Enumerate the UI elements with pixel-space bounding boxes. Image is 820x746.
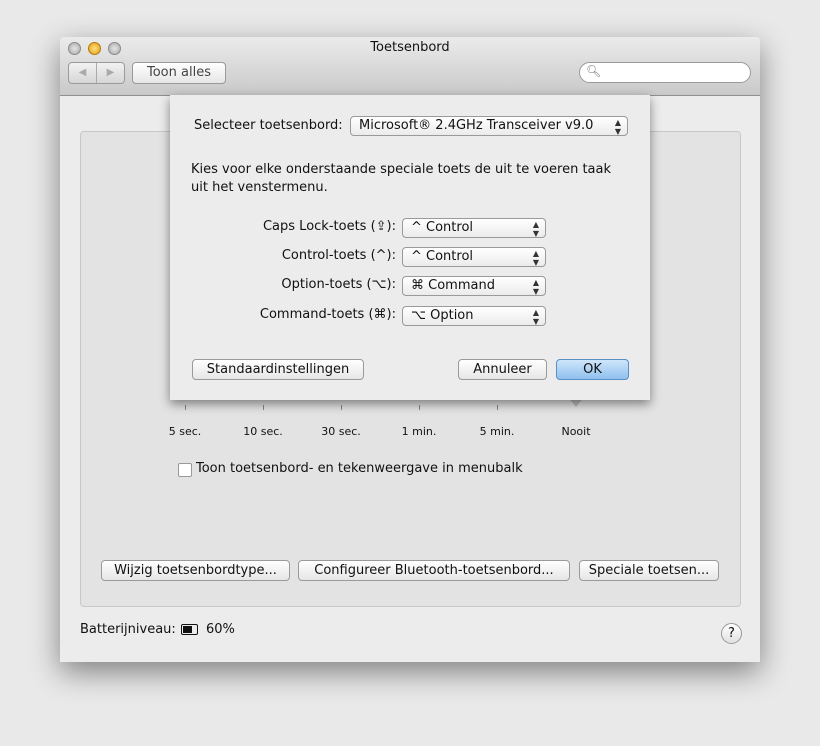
chevron-updown-icon: ▲ ▼ <box>532 308 539 326</box>
back-forward-control[interactable]: ◀ ▶ <box>68 62 125 84</box>
instructions: Kies voor elke onderstaande speciale toe… <box>191 162 611 195</box>
forward-icon[interactable]: ▶ <box>97 63 124 83</box>
back-icon[interactable]: ◀ <box>69 63 97 83</box>
control-select[interactable]: ^ Control ▲ ▼ <box>402 247 546 267</box>
configure-bluetooth-button[interactable]: Configureer Bluetooth-toetsenbord... <box>298 560 570 581</box>
chevron-updown-icon: ▲ ▼ <box>532 278 539 296</box>
command-label: Command-toets (⌘): <box>259 307 396 322</box>
search-input[interactable]: 🔍︎ <box>579 62 751 83</box>
slider-label: 5 sec. <box>168 425 202 438</box>
battery-value: 60% <box>206 622 235 637</box>
window-title: Toetsenbord <box>370 40 450 55</box>
chevron-updown-icon: ▲ ▼ <box>532 220 539 238</box>
special-keys-button[interactable]: Speciale toetsen... <box>579 560 719 581</box>
battery-label: Batterijniveau: <box>80 622 176 637</box>
slider-label: 30 sec. <box>321 425 361 438</box>
search-icon: 🔍︎ <box>586 64 602 78</box>
chevron-updown-icon: ▲ ▼ <box>614 118 621 136</box>
caps-lock-label: Caps Lock-toets (⇪): <box>262 219 396 234</box>
titlebar: Toetsenbord ◀ ▶ Toon alles 🔍︎ <box>60 37 760 96</box>
menubar-checkbox-label: Toon toetsenbord- en tekenweergave in me… <box>196 461 523 476</box>
select-keyboard-label: Selecteer toetsenbord: <box>194 118 343 133</box>
chevron-updown-icon: ▲ ▼ <box>532 249 539 267</box>
slider-label: 5 min. <box>479 425 515 438</box>
change-keyboard-type-button[interactable]: Wijzig toetsenbordtype... <box>101 560 290 581</box>
help-button[interactable]: ? <box>721 623 742 644</box>
cancel-button[interactable]: Annuleer <box>458 359 547 380</box>
keyboard-select[interactable]: Microsoft® 2.4GHz Transceiver v9.0 ▲ ▼ <box>350 116 628 136</box>
defaults-button[interactable]: Standaardinstellingen <box>192 359 364 380</box>
command-select[interactable]: ⌥ Option ▲ ▼ <box>402 306 546 326</box>
menubar-checkbox[interactable] <box>178 463 192 477</box>
modifier-keys-sheet: Selecteer toetsenbord: Microsoft® 2.4GHz… <box>170 95 650 400</box>
slider-label: 1 min. <box>401 425 437 438</box>
ok-button[interactable]: OK <box>556 359 629 380</box>
option-select[interactable]: ⌘ Command ▲ ▼ <box>402 276 546 296</box>
show-all-button[interactable]: Toon alles <box>132 62 226 84</box>
option-label: Option-toets (⌥): <box>281 277 396 292</box>
slider-label: 10 sec. <box>243 425 283 438</box>
control-label: Control-toets (^): <box>281 248 396 263</box>
slider-label: Nooit <box>561 425 591 438</box>
caps-lock-select[interactable]: ^ Control ▲ ▼ <box>402 218 546 238</box>
battery-icon <box>181 624 198 635</box>
